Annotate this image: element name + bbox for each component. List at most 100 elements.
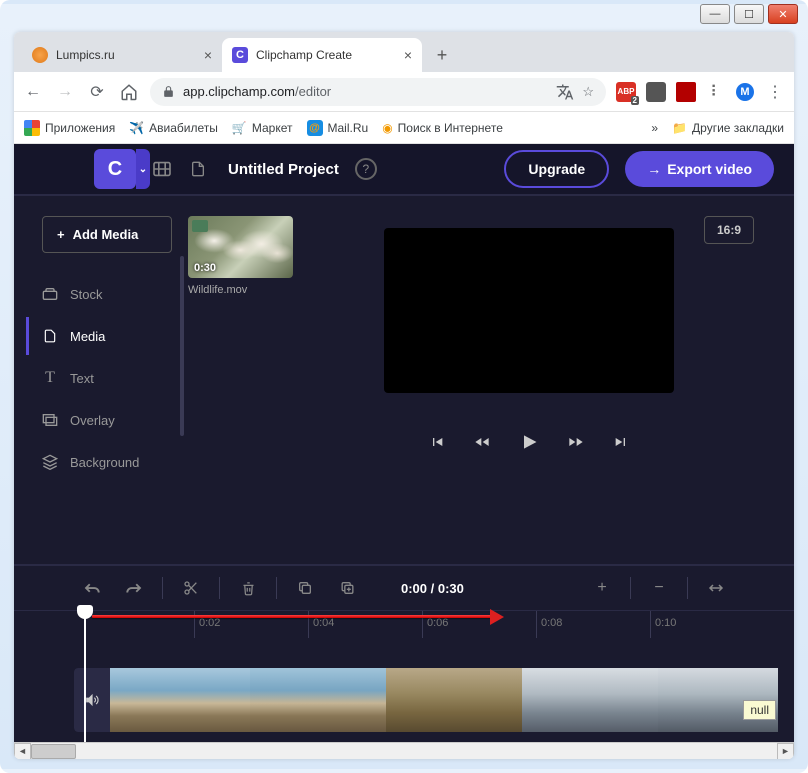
abp-label: ABP — [618, 87, 635, 96]
timeline-tracks[interactable] — [14, 638, 794, 742]
extension-icon[interactable] — [646, 82, 666, 102]
null-tooltip: null — [743, 700, 776, 720]
menu-button[interactable]: ⋮ — [764, 81, 786, 103]
upgrade-button[interactable]: Upgrade — [504, 150, 609, 188]
bookmark-apps[interactable]: Приложения — [24, 120, 115, 136]
tab-title: Lumpics.ru — [56, 48, 196, 62]
close-window-button[interactable]: ✕ — [768, 4, 798, 24]
extension-abp-icon[interactable]: ABP 2 — [616, 82, 636, 102]
reload-button[interactable]: ⟳ — [86, 81, 108, 103]
export-label: Export video — [667, 161, 752, 177]
video-preview[interactable] — [384, 228, 674, 393]
browser-toolbar: ← → ⟳ app.clipchamp.com/editor ☆ ABP 2 — [14, 72, 794, 112]
bookmark-label: Другие закладки — [692, 121, 784, 135]
copy-button[interactable] — [287, 572, 323, 604]
logo-letter: C — [108, 158, 122, 181]
scrollbar-track[interactable] — [31, 743, 777, 760]
timeline-ruler[interactable]: 0:02 0:04 0:06 0:08 0:10 — [14, 610, 794, 638]
timeline-time-display: 0:00 / 0:30 — [401, 581, 464, 596]
timeline-section: 0:00 / 0:30 + − 0:02 0:04 — [14, 564, 794, 742]
skip-end-button[interactable] — [613, 434, 629, 450]
forward-button[interactable] — [567, 434, 585, 450]
address-bar[interactable]: app.clipchamp.com/editor ☆ — [150, 78, 606, 106]
document-icon[interactable] — [188, 159, 208, 179]
bookmark-other[interactable]: 📁 Другие закладки — [672, 121, 784, 135]
new-tab-button[interactable]: + — [428, 41, 456, 69]
bookmark-market[interactable]: 🛒 Маркет — [232, 121, 293, 135]
add-media-label: Add Media — [73, 227, 139, 242]
app-logo[interactable]: C ⌄ — [94, 149, 136, 189]
chevron-down-icon: ⌄ — [136, 149, 150, 189]
apps-icon — [24, 120, 40, 136]
help-icon[interactable]: ? — [355, 158, 377, 180]
playhead[interactable] — [84, 611, 86, 742]
bookmark-mailru[interactable]: @ Mail.Ru — [307, 120, 369, 136]
extension-icon[interactable]: ⠇ — [706, 82, 726, 102]
zoom-in-button[interactable]: + — [584, 572, 620, 604]
sidebar-label: Media — [70, 329, 105, 344]
scroll-left-button[interactable]: ◄ — [14, 743, 31, 760]
ruler-tick: 0:10 — [650, 611, 676, 638]
bookmark-avia[interactable]: ✈️ Авиабилеты — [129, 121, 218, 135]
home-button[interactable] — [118, 81, 140, 103]
back-button[interactable]: ← — [22, 81, 44, 103]
browser-tabbar: Lumpics.ru × C Clipchamp Create × + — [14, 32, 794, 72]
delete-button[interactable] — [230, 572, 266, 604]
profile-avatar[interactable]: M — [736, 83, 754, 101]
translate-icon[interactable] — [556, 83, 574, 101]
aspect-ratio-button[interactable]: 16:9 — [704, 216, 754, 244]
sidebar-item-stock[interactable]: Stock — [26, 275, 174, 313]
browser-tab-clipchamp[interactable]: C Clipchamp Create × — [222, 38, 422, 72]
media-thumbnail[interactable]: 0:30 — [188, 216, 293, 278]
clip-frame — [522, 668, 658, 732]
horizontal-scrollbar[interactable]: ◄ ► — [14, 742, 794, 759]
project-title[interactable]: Untitled Project — [228, 161, 339, 178]
extension-adobe-icon[interactable] — [676, 82, 696, 102]
skip-start-button[interactable] — [429, 434, 445, 450]
abp-badge: 2 — [631, 96, 639, 105]
layers-icon — [42, 454, 58, 470]
bookmark-label: Mail.Ru — [328, 121, 369, 135]
play-button[interactable] — [519, 431, 539, 453]
sidebar-item-overlay[interactable]: Overlay — [26, 401, 174, 439]
timeline-toolbar: 0:00 / 0:30 + − — [14, 566, 794, 610]
video-track-clip[interactable] — [74, 668, 794, 732]
sidebar-item-background[interactable]: Background — [26, 443, 174, 481]
bookmarks-bar: Приложения ✈️ Авиабилеты 🛒 Маркет @ Mail… — [14, 112, 794, 144]
scroll-right-button[interactable]: ► — [777, 743, 794, 760]
redo-button[interactable] — [116, 572, 152, 604]
split-button[interactable] — [173, 572, 209, 604]
export-arrow-icon: → — [647, 161, 661, 177]
star-icon[interactable]: ☆ — [582, 84, 594, 100]
bookmark-search[interactable]: ◉ Поиск в Интернете — [382, 121, 503, 135]
sidebar-item-text[interactable]: T Text — [26, 359, 174, 397]
plus-icon: + — [57, 227, 65, 242]
bookmark-label: Поиск в Интернете — [398, 121, 503, 135]
undo-button[interactable] — [74, 572, 110, 604]
favicon-icon: C — [232, 47, 248, 63]
duplicate-button[interactable] — [329, 572, 365, 604]
preview-panel: 16:9 — [293, 196, 794, 564]
add-media-button[interactable]: + Add Media — [42, 216, 172, 253]
video-library-icon[interactable] — [152, 159, 172, 179]
mute-track-button[interactable] — [74, 668, 110, 732]
folder-icon: 📁 — [672, 121, 687, 135]
sidebar: + Add Media Stock Media — [14, 196, 184, 564]
ruler-tick: 0:08 — [536, 611, 562, 638]
minimize-button[interactable]: — — [700, 4, 730, 24]
fit-button[interactable] — [698, 572, 734, 604]
sidebar-scrollbar[interactable] — [180, 256, 184, 436]
zoom-out-button[interactable]: − — [641, 572, 677, 604]
browser-tab-lumpics[interactable]: Lumpics.ru × — [22, 38, 222, 72]
tab-close-icon[interactable]: × — [204, 47, 212, 63]
rewind-button[interactable] — [473, 434, 491, 450]
plane-icon: ✈️ — [129, 121, 144, 135]
scrollbar-thumb[interactable] — [31, 744, 76, 759]
sidebar-item-media[interactable]: Media — [26, 317, 174, 355]
media-filename: Wildlife.mov — [188, 284, 293, 296]
export-video-button[interactable]: → Export video — [625, 151, 774, 187]
tab-close-icon[interactable]: × — [404, 47, 412, 63]
maximize-button[interactable]: ☐ — [734, 4, 764, 24]
bookmark-overflow[interactable]: » — [651, 121, 658, 135]
forward-button[interactable]: → — [54, 81, 76, 103]
